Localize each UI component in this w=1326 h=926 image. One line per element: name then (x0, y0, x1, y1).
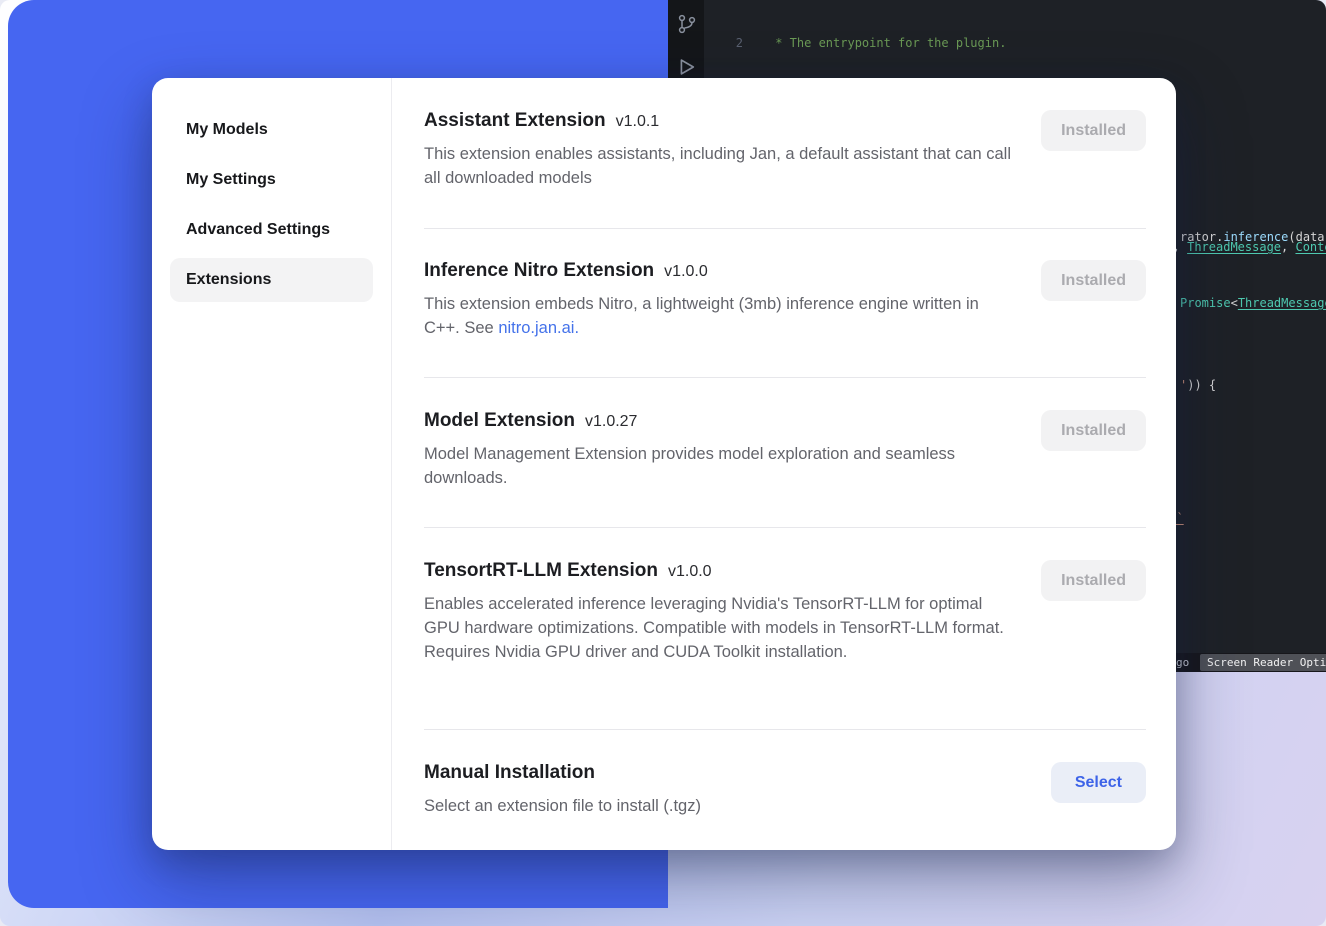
extension-item-model: Model Extension v1.0.27 Model Management… (424, 410, 1146, 490)
status-text: go (1176, 656, 1189, 669)
nitro-jan-ai-link[interactable]: nitro.jan.ai. (498, 319, 579, 337)
sidebar-item-advanced-settings[interactable]: Advanced Settings (170, 208, 373, 252)
extension-title: Assistant Extension (424, 110, 606, 132)
section-divider (424, 377, 1146, 378)
installed-button[interactable]: Installed (1041, 110, 1146, 151)
screen-reader-status-chip[interactable]: Screen Reader Optimize (1200, 654, 1326, 671)
section-divider (424, 228, 1146, 229)
installed-button[interactable]: Installed (1041, 410, 1146, 451)
code-fragment: ')) { (1180, 378, 1216, 392)
sidebar-item-my-settings[interactable]: My Settings (170, 158, 373, 202)
manual-installation-description: Select an extension file to install (.tg… (424, 794, 1019, 818)
extension-description: This extension embeds Nitro, a lightweig… (424, 292, 1019, 340)
app-screen: 2 * The entrypoint for the plugin. 3 */ … (0, 0, 1326, 926)
code-line: 2 * The entrypoint for the plugin. (668, 35, 1326, 52)
extension-item-tensorrt-llm: TensortRT-LLM Extension v1.0.0 Enables a… (424, 560, 1146, 664)
manual-installation-item: Manual Installation Select an extension … (424, 762, 1146, 818)
extension-title: TensortRT-LLM Extension (424, 560, 658, 582)
extension-version: v1.0.27 (585, 413, 637, 431)
sidebar-item-my-models[interactable]: My Models (170, 108, 373, 152)
section-divider (424, 527, 1146, 528)
extension-description: This extension enables assistants, inclu… (424, 142, 1019, 190)
installed-button[interactable]: Installed (1041, 260, 1146, 301)
extension-title: Model Extension (424, 410, 575, 432)
section-divider (424, 729, 1146, 730)
extension-version: v1.0.0 (664, 263, 708, 281)
extension-title: Inference Nitro Extension (424, 260, 654, 282)
code-fragment: Promise<ThreadMessage> (1180, 296, 1326, 310)
sidebar-item-extensions[interactable]: Extensions (170, 258, 373, 302)
line-number: 2 (668, 35, 743, 52)
extension-item-assistant: Assistant Extension v1.0.1 This extensio… (424, 110, 1146, 190)
extension-description: Model Management Extension provides mode… (424, 442, 1019, 490)
code-text: * The entrypoint for the plugin. (743, 35, 1006, 52)
select-file-button[interactable]: Select (1051, 762, 1146, 803)
manual-installation-title: Manual Installation (424, 762, 595, 784)
extension-version: v1.0.1 (616, 113, 660, 131)
extension-version: v1.0.0 (668, 563, 712, 581)
code-fragment: rator.inference(data)); (1180, 230, 1326, 244)
installed-button[interactable]: Installed (1041, 560, 1146, 601)
settings-sidebar: My Models My Settings Advanced Settings … (152, 78, 392, 850)
extension-item-inference-nitro: Inference Nitro Extension v1.0.0 This ex… (424, 260, 1146, 340)
settings-modal: My Models My Settings Advanced Settings … (152, 78, 1176, 850)
extension-description: Enables accelerated inference leveraging… (424, 592, 1019, 664)
extensions-panel: Assistant Extension v1.0.1 This extensio… (424, 78, 1146, 850)
